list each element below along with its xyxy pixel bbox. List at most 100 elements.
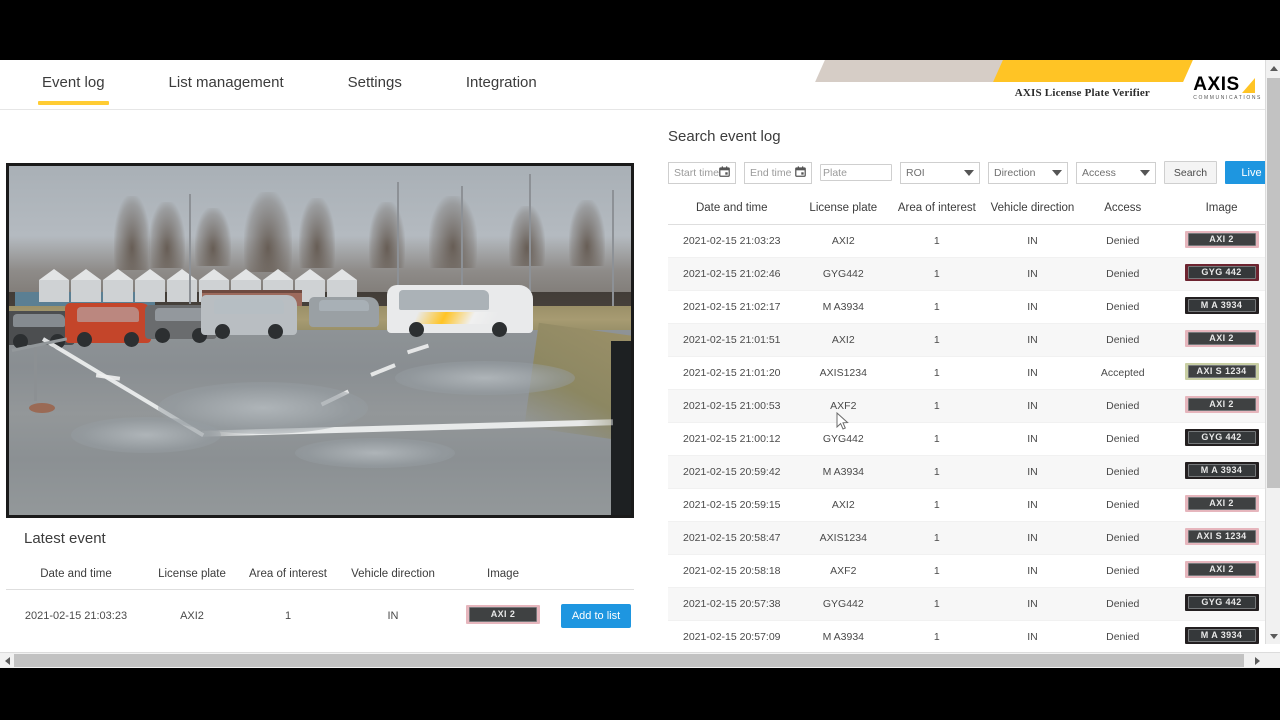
cell-image: GYG 442 xyxy=(1163,257,1280,291)
event-table-header-row: Date and time License plate Area of inte… xyxy=(668,198,1280,225)
axis-logo-word: AXIS xyxy=(1193,74,1240,95)
cell-area-of-interest: 1 xyxy=(891,587,983,621)
table-row[interactable]: 2021-02-15 21:02:46 GYG442 1 IN Denied GYG 44… xyxy=(668,257,1280,291)
cell-image: GYG 442 xyxy=(1163,422,1280,456)
table-row[interactable]: 2021-02-15 20:59:15 AXI2 1 IN Denied AXI 2 xyxy=(668,488,1280,522)
video-scene xyxy=(9,166,631,515)
cell-actions: Add to list xyxy=(558,590,634,643)
application-window: Event log List management Settings Integ… xyxy=(0,60,1280,668)
main-navigation: Event log List management Settings Integ… xyxy=(0,60,601,110)
cell-area-of-interest: 1 xyxy=(891,554,983,588)
table-row[interactable]: 2021-02-15 20:58:18 AXF2 1 IN Denied AXI 2 xyxy=(668,554,1280,588)
latest-event-row[interactable]: 2021-02-15 21:03:23 AXI2 1 IN AXI 2 Add … xyxy=(6,590,634,643)
vertical-scrollbar-thumb[interactable] xyxy=(1267,78,1280,488)
table-row[interactable]: 2021-02-15 20:57:09 M A3934 1 IN Denied M A 3… xyxy=(668,620,1280,654)
table-row[interactable]: 2021-02-15 20:58:47 AXIS1234 1 IN Denied AXI … xyxy=(668,521,1280,555)
cell-date-time: 2021-02-15 21:03:23 xyxy=(668,224,796,258)
scroll-up-arrow-icon[interactable] xyxy=(1266,60,1280,76)
cell-image: GYG 442 xyxy=(1163,587,1280,621)
table-row[interactable]: 2021-02-15 21:02:17 M A3934 1 IN Denied M A 3… xyxy=(668,290,1280,324)
plate-thumbnail[interactable]: GYG 442 xyxy=(1184,594,1259,611)
latest-event-header-row: Date and time License plate Area of inte… xyxy=(6,563,634,590)
plate-search-input[interactable]: Plate xyxy=(820,164,892,181)
plate-thumbnail-text: AXI 2 xyxy=(1209,333,1234,343)
plate-thumbnail[interactable]: AXI S 1234 xyxy=(1184,363,1259,380)
cell-image: AXI 2 xyxy=(448,590,558,643)
plate-thumbnail[interactable]: M A 3934 xyxy=(1184,297,1259,314)
cell-date-time: 2021-02-15 20:59:42 xyxy=(668,455,796,489)
plate-thumbnail[interactable]: AXI 2 xyxy=(1184,561,1259,578)
table-row[interactable]: 2021-02-15 20:59:42 M A3934 1 IN Denied M A 3… xyxy=(668,455,1280,489)
end-time-input[interactable]: End time xyxy=(744,161,812,184)
horizontal-scrollbar-thumb[interactable] xyxy=(14,654,1244,667)
scene-car xyxy=(309,297,379,327)
horizontal-scrollbar[interactable] xyxy=(0,652,1280,668)
tab-settings-label: Settings xyxy=(347,74,402,91)
calendar-icon xyxy=(795,165,806,180)
cell-area-of-interest: 1 xyxy=(891,455,983,489)
cell-vehicle-direction: IN xyxy=(982,455,1083,489)
table-row[interactable]: 2021-02-15 20:57:38 GYG442 1 IN Denied GYG 44… xyxy=(668,587,1280,621)
scroll-down-arrow-icon[interactable] xyxy=(1266,628,1280,644)
col-access: Access xyxy=(1082,198,1164,225)
chevron-down-icon xyxy=(1140,169,1150,176)
cell-vehicle-direction: IN xyxy=(982,422,1083,456)
search-event-log-title: Search event log xyxy=(668,128,781,145)
tab-settings[interactable]: Settings xyxy=(348,74,402,101)
access-dropdown[interactable]: Access xyxy=(1076,161,1156,184)
tab-event-log[interactable]: Event log xyxy=(38,74,109,105)
plate-thumbnail-text: AXI 2 xyxy=(1209,564,1234,574)
table-row[interactable]: 2021-02-15 21:00:53 AXF2 1 IN Denied AXI 2 xyxy=(668,389,1280,423)
plate-thumbnail[interactable]: AXI 2 xyxy=(1184,231,1259,248)
cell-vehicle-direction: IN xyxy=(982,488,1083,522)
plate-thumbnail-text: AXI 2 xyxy=(1209,498,1234,508)
end-time-placeholder: End time xyxy=(750,166,792,179)
tab-integration[interactable]: Integration xyxy=(466,74,537,101)
col-license-plate: License plate xyxy=(146,563,238,590)
tab-list-management[interactable]: List management xyxy=(169,74,284,101)
start-time-input[interactable]: Start time xyxy=(668,161,736,184)
add-to-list-button[interactable]: Add to list xyxy=(560,604,632,628)
chevron-down-icon xyxy=(1052,169,1062,176)
cell-vehicle-direction: IN xyxy=(982,290,1083,324)
latest-event-section: Latest event Date and time License plate… xyxy=(6,530,634,642)
plate-thumbnail[interactable]: AXI 2 xyxy=(1184,495,1259,512)
cell-access: Denied xyxy=(1082,620,1164,654)
scene-railing-post xyxy=(33,347,37,402)
scroll-right-arrow-icon[interactable] xyxy=(1250,653,1264,668)
cell-date-time: 2021-02-15 21:00:12 xyxy=(668,422,796,456)
col-vehicle-direction: Vehicle direction xyxy=(338,563,448,590)
scroll-left-arrow-icon[interactable] xyxy=(0,653,14,668)
direction-dropdown-label: Direction xyxy=(994,166,1036,179)
cell-license-plate: AXIS1234 xyxy=(795,356,892,390)
roi-dropdown[interactable]: ROI xyxy=(900,161,980,184)
vertical-scrollbar[interactable] xyxy=(1265,60,1280,644)
cell-date-time: 2021-02-15 21:03:23 xyxy=(24,610,128,622)
table-row[interactable]: 2021-02-15 21:01:20 AXIS1234 1 IN Accepted AX… xyxy=(668,356,1280,390)
plate-thumbnail[interactable]: AXI 2 xyxy=(466,605,540,624)
cell-vehicle-direction: IN xyxy=(982,521,1083,555)
table-row[interactable]: 2021-02-15 21:01:51 AXI2 1 IN Denied AXI 2 xyxy=(668,323,1280,357)
direction-dropdown[interactable]: Direction xyxy=(988,161,1068,184)
cell-area-of-interest: 1 xyxy=(284,610,292,622)
plate-thumbnail[interactable]: M A 3934 xyxy=(1184,627,1259,644)
plate-thumbnail[interactable]: GYG 442 xyxy=(1184,264,1259,281)
plate-thumbnail[interactable]: GYG 442 xyxy=(1184,429,1259,446)
cell-area-of-interest: 1 xyxy=(891,620,983,654)
search-button[interactable]: Search xyxy=(1164,161,1217,184)
latest-event-title: Latest event xyxy=(24,530,106,547)
plate-thumbnail[interactable]: AXI S 1234 xyxy=(1184,528,1259,545)
plate-thumbnail-text: GYG 442 xyxy=(1201,432,1242,442)
cell-license-plate: AXI2 xyxy=(795,488,892,522)
cell-area-of-interest: 1 xyxy=(891,323,983,357)
table-row[interactable]: 2021-02-15 21:00:12 GYG442 1 IN Denied GYG 44… xyxy=(668,422,1280,456)
cell-vehicle-direction: IN xyxy=(982,620,1083,654)
plate-thumbnail[interactable]: AXI 2 xyxy=(1184,330,1259,347)
plate-thumbnail[interactable]: M A 3934 xyxy=(1184,462,1259,479)
live-video-feed[interactable] xyxy=(6,163,634,518)
plate-thumbnail[interactable]: AXI 2 xyxy=(1184,396,1259,413)
cell-date-time: 2021-02-15 21:01:20 xyxy=(668,356,796,390)
col-actions xyxy=(558,563,634,590)
cell-date-time: 2021-02-15 20:57:38 xyxy=(668,587,796,621)
table-row[interactable]: 2021-02-15 21:03:23 AXI2 1 IN Denied AXI 2 xyxy=(668,224,1280,258)
